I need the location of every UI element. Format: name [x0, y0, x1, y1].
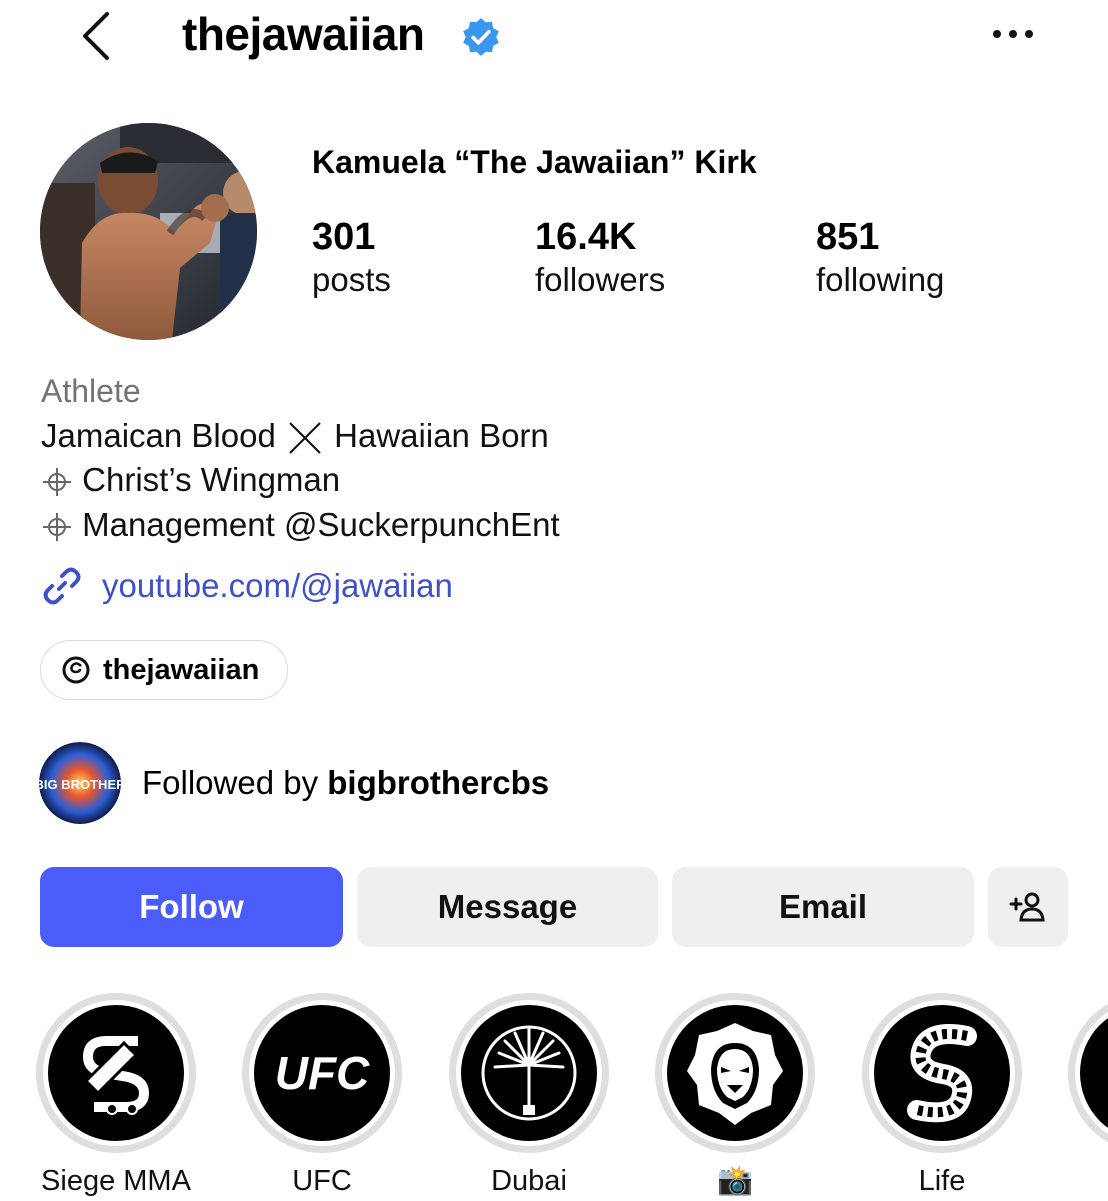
highlight-label: UFC — [292, 1165, 352, 1197]
siege-mma-logo — [83, 1036, 149, 1115]
email-button[interactable]: Email — [672, 867, 974, 947]
stat-value: 851 — [816, 216, 880, 258]
bio-link-text: youtube.com/@jawaiian — [102, 567, 453, 604]
highlight-dubai[interactable]: Dubai — [449, 993, 609, 1201]
followed-by-prefix: Followed by — [142, 764, 328, 801]
ufc-logo-text: UFC — [275, 1047, 370, 1099]
more-horizontal-icon — [993, 30, 1033, 38]
followed-by-account: bigbrothercbs — [327, 764, 550, 801]
stat-value: 16.4K — [535, 216, 637, 258]
more-options-button[interactable] — [984, 14, 1042, 54]
profile-username: thejawaiian — [182, 8, 425, 60]
stat-followers[interactable]: 16.4K followers — [535, 214, 665, 300]
stat-label: posts — [312, 261, 391, 298]
stat-value: 301 — [312, 216, 376, 258]
bio-link[interactable]: youtube.com/@jawaiian — [40, 562, 453, 610]
chevron-left-icon — [83, 12, 109, 60]
crosshair-icon — [43, 468, 71, 497]
verified-badge-icon — [463, 18, 499, 56]
profile-category: Athlete — [41, 373, 141, 409]
stat-following[interactable]: 851 following — [816, 214, 944, 300]
highlight-siege-mma[interactable]: Siege MMA — [36, 993, 196, 1201]
palm-island-icon — [481, 1025, 577, 1121]
crosshair-icon — [43, 513, 71, 542]
bio-text: Jamaican Blood — [41, 417, 276, 454]
display-name: Kamuela “The Jawaiian” Kirk — [312, 144, 757, 180]
message-button[interactable]: Message — [357, 867, 658, 947]
stat-label: following — [816, 261, 945, 298]
profile-avatar[interactable] — [40, 123, 257, 340]
highlight-ufc[interactable]: UFC UFC — [242, 993, 402, 1201]
highlight-life[interactable]: Life — [862, 993, 1022, 1201]
link-icon — [43, 567, 81, 605]
highlight-label: 📸 — [716, 1165, 754, 1197]
follow-button[interactable]: Follow — [40, 867, 343, 947]
bigbrother-logo: BIG BROTHER — [39, 742, 121, 824]
followed-by-text[interactable]: Followed by bigbrothercbs — [142, 760, 549, 806]
highlight-partial[interactable] — [1068, 993, 1108, 1161]
add-person-icon — [1009, 892, 1045, 922]
film-strip-icon — [907, 1024, 977, 1123]
highlight-camera[interactable]: 📸 — [655, 993, 815, 1201]
highlight-label: Dubai — [491, 1165, 567, 1197]
stat-posts[interactable]: 301 posts — [312, 214, 391, 300]
highlight-label: Siege MMA — [41, 1165, 191, 1197]
bio-line-1: Jamaican Blood Hawaiian Born — [41, 414, 549, 458]
lion-icon — [687, 1023, 783, 1125]
ufc-logo: UFC — [275, 1047, 370, 1099]
threads-icon — [62, 656, 90, 684]
threads-badge[interactable]: thejawaiian — [40, 640, 288, 700]
profile-photo — [40, 123, 257, 340]
suggested-people-button[interactable] — [988, 867, 1068, 947]
bio-line-2: Christ’s Wingman — [41, 458, 340, 502]
bigbrother-logo-text: BIG BROTHER — [39, 777, 121, 792]
threads-username: thejawaiian — [103, 653, 260, 686]
stat-label: followers — [535, 261, 666, 298]
bio-line-3: Management @SuckerpunchEnt — [41, 503, 560, 547]
back-button[interactable] — [68, 8, 124, 64]
bio-mention[interactable]: Management @SuckerpunchEnt — [82, 506, 559, 543]
bio-text: Christ’s Wingman — [82, 461, 341, 498]
highlight-label: Life — [918, 1165, 966, 1197]
mutual-follower-avatar[interactable]: BIG BROTHER — [39, 742, 121, 824]
bio-text: Hawaiian Born — [334, 417, 549, 454]
cross-icon — [289, 422, 321, 454]
